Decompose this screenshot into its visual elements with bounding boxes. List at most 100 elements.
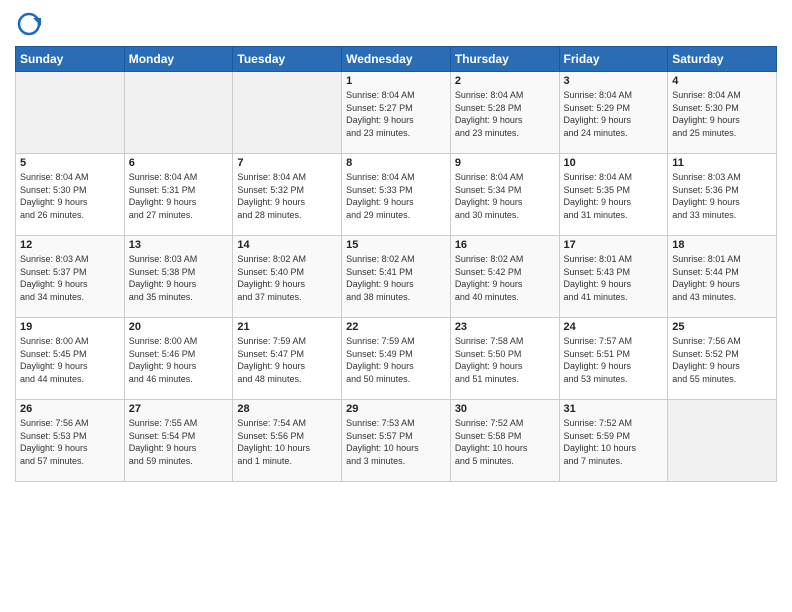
day-number: 24 <box>564 321 664 333</box>
day-cell: 20 Sunrise: 8:00 AM Sunset: 5:46 PM Dayli… <box>124 318 233 400</box>
day-number: 9 <box>455 157 555 169</box>
day-cell: 16 Sunrise: 8:02 AM Sunset: 5:42 PM Dayli… <box>450 236 559 318</box>
day-number: 6 <box>129 157 229 169</box>
day-number: 19 <box>20 321 120 333</box>
header <box>15 10 777 38</box>
day-number: 15 <box>346 239 446 251</box>
day-cell <box>16 72 125 154</box>
day-info: Sunrise: 7:52 AM Sunset: 5:58 PM Dayligh… <box>455 417 555 467</box>
day-info: Sunrise: 7:59 AM Sunset: 5:47 PM Dayligh… <box>237 335 337 385</box>
day-number: 12 <box>20 239 120 251</box>
day-number: 4 <box>672 75 772 87</box>
week-row-2: 5 Sunrise: 8:04 AM Sunset: 5:30 PM Daylig… <box>16 154 777 236</box>
day-cell: 6 Sunrise: 8:04 AM Sunset: 5:31 PM Daylig… <box>124 154 233 236</box>
weekday-header-tuesday: Tuesday <box>233 47 342 72</box>
day-number: 1 <box>346 75 446 87</box>
day-cell: 15 Sunrise: 8:02 AM Sunset: 5:41 PM Dayli… <box>342 236 451 318</box>
weekday-header-thursday: Thursday <box>450 47 559 72</box>
day-info: Sunrise: 8:01 AM Sunset: 5:43 PM Dayligh… <box>564 253 664 303</box>
day-cell: 25 Sunrise: 7:56 AM Sunset: 5:52 PM Dayli… <box>668 318 777 400</box>
day-info: Sunrise: 8:04 AM Sunset: 5:28 PM Dayligh… <box>455 89 555 139</box>
day-info: Sunrise: 7:54 AM Sunset: 5:56 PM Dayligh… <box>237 417 337 467</box>
day-number: 25 <box>672 321 772 333</box>
weekday-header-wednesday: Wednesday <box>342 47 451 72</box>
day-info: Sunrise: 8:02 AM Sunset: 5:42 PM Dayligh… <box>455 253 555 303</box>
day-info: Sunrise: 8:00 AM Sunset: 5:46 PM Dayligh… <box>129 335 229 385</box>
day-number: 23 <box>455 321 555 333</box>
weekday-header-friday: Friday <box>559 47 668 72</box>
day-number: 18 <box>672 239 772 251</box>
day-number: 30 <box>455 403 555 415</box>
day-info: Sunrise: 7:59 AM Sunset: 5:49 PM Dayligh… <box>346 335 446 385</box>
day-info: Sunrise: 7:55 AM Sunset: 5:54 PM Dayligh… <box>129 417 229 467</box>
day-number: 22 <box>346 321 446 333</box>
week-row-5: 26 Sunrise: 7:56 AM Sunset: 5:53 PM Dayli… <box>16 400 777 482</box>
day-info: Sunrise: 8:04 AM Sunset: 5:35 PM Dayligh… <box>564 171 664 221</box>
day-cell <box>124 72 233 154</box>
day-cell: 5 Sunrise: 8:04 AM Sunset: 5:30 PM Daylig… <box>16 154 125 236</box>
day-info: Sunrise: 7:56 AM Sunset: 5:52 PM Dayligh… <box>672 335 772 385</box>
day-number: 26 <box>20 403 120 415</box>
day-info: Sunrise: 8:04 AM Sunset: 5:27 PM Dayligh… <box>346 89 446 139</box>
day-number: 29 <box>346 403 446 415</box>
day-info: Sunrise: 8:04 AM Sunset: 5:30 PM Dayligh… <box>672 89 772 139</box>
day-cell: 4 Sunrise: 8:04 AM Sunset: 5:30 PM Daylig… <box>668 72 777 154</box>
day-info: Sunrise: 8:04 AM Sunset: 5:30 PM Dayligh… <box>20 171 120 221</box>
day-cell: 30 Sunrise: 7:52 AM Sunset: 5:58 PM Dayli… <box>450 400 559 482</box>
day-cell: 1 Sunrise: 8:04 AM Sunset: 5:27 PM Daylig… <box>342 72 451 154</box>
day-cell: 13 Sunrise: 8:03 AM Sunset: 5:38 PM Dayli… <box>124 236 233 318</box>
day-number: 21 <box>237 321 337 333</box>
day-info: Sunrise: 7:58 AM Sunset: 5:50 PM Dayligh… <box>455 335 555 385</box>
day-number: 5 <box>20 157 120 169</box>
day-number: 13 <box>129 239 229 251</box>
logo-icon <box>15 10 43 38</box>
day-cell: 26 Sunrise: 7:56 AM Sunset: 5:53 PM Dayli… <box>16 400 125 482</box>
day-info: Sunrise: 8:04 AM Sunset: 5:31 PM Dayligh… <box>129 171 229 221</box>
day-info: Sunrise: 7:53 AM Sunset: 5:57 PM Dayligh… <box>346 417 446 467</box>
day-number: 28 <box>237 403 337 415</box>
day-info: Sunrise: 7:57 AM Sunset: 5:51 PM Dayligh… <box>564 335 664 385</box>
day-cell: 21 Sunrise: 7:59 AM Sunset: 5:47 PM Dayli… <box>233 318 342 400</box>
day-cell: 22 Sunrise: 7:59 AM Sunset: 5:49 PM Dayli… <box>342 318 451 400</box>
day-number: 27 <box>129 403 229 415</box>
day-cell: 28 Sunrise: 7:54 AM Sunset: 5:56 PM Dayli… <box>233 400 342 482</box>
day-cell: 2 Sunrise: 8:04 AM Sunset: 5:28 PM Daylig… <box>450 72 559 154</box>
day-cell: 17 Sunrise: 8:01 AM Sunset: 5:43 PM Dayli… <box>559 236 668 318</box>
day-info: Sunrise: 8:03 AM Sunset: 5:36 PM Dayligh… <box>672 171 772 221</box>
day-cell: 29 Sunrise: 7:53 AM Sunset: 5:57 PM Dayli… <box>342 400 451 482</box>
day-info: Sunrise: 8:02 AM Sunset: 5:40 PM Dayligh… <box>237 253 337 303</box>
day-cell: 8 Sunrise: 8:04 AM Sunset: 5:33 PM Daylig… <box>342 154 451 236</box>
day-cell: 18Sunrise: 8:01 AM Sunset: 5:44 PM Dayli… <box>668 236 777 318</box>
weekday-header-monday: Monday <box>124 47 233 72</box>
calendar-table: SundayMondayTuesdayWednesdayThursdayFrid… <box>15 46 777 482</box>
day-info: Sunrise: 8:00 AM Sunset: 5:45 PM Dayligh… <box>20 335 120 385</box>
weekday-header-saturday: Saturday <box>668 47 777 72</box>
day-info: Sunrise: 7:52 AM Sunset: 5:59 PM Dayligh… <box>564 417 664 467</box>
day-number: 8 <box>346 157 446 169</box>
day-number: 20 <box>129 321 229 333</box>
day-info: Sunrise: 8:03 AM Sunset: 5:38 PM Dayligh… <box>129 253 229 303</box>
day-number: 2 <box>455 75 555 87</box>
day-number: 10 <box>564 157 664 169</box>
weekday-header-sunday: Sunday <box>16 47 125 72</box>
day-cell: 7 Sunrise: 8:04 AM Sunset: 5:32 PM Daylig… <box>233 154 342 236</box>
day-info: Sunrise: 8:04 AM Sunset: 5:33 PM Dayligh… <box>346 171 446 221</box>
day-cell <box>233 72 342 154</box>
day-info: Sunrise: 8:04 AM Sunset: 5:32 PM Dayligh… <box>237 171 337 221</box>
day-cell: 24 Sunrise: 7:57 AM Sunset: 5:51 PM Dayli… <box>559 318 668 400</box>
day-cell: 9 Sunrise: 8:04 AM Sunset: 5:34 PM Daylig… <box>450 154 559 236</box>
day-number: 7 <box>237 157 337 169</box>
day-number: 17 <box>564 239 664 251</box>
day-cell: 3Sunrise: 8:04 AM Sunset: 5:29 PM Daylig… <box>559 72 668 154</box>
day-cell <box>668 400 777 482</box>
day-number: 31 <box>564 403 664 415</box>
day-cell: 10 Sunrise: 8:04 AM Sunset: 5:35 PM Dayli… <box>559 154 668 236</box>
day-cell: 31 Sunrise: 7:52 AM Sunset: 5:59 PM Dayli… <box>559 400 668 482</box>
day-info: Sunrise: 8:04 AM Sunset: 5:34 PM Dayligh… <box>455 171 555 221</box>
day-info: Sunrise: 7:56 AM Sunset: 5:53 PM Dayligh… <box>20 417 120 467</box>
day-number: 16 <box>455 239 555 251</box>
logo <box>15 10 47 38</box>
day-info: Sunrise: 8:02 AM Sunset: 5:41 PM Dayligh… <box>346 253 446 303</box>
page: SundayMondayTuesdayWednesdayThursdayFrid… <box>0 0 792 612</box>
day-number: 11 <box>672 157 772 169</box>
